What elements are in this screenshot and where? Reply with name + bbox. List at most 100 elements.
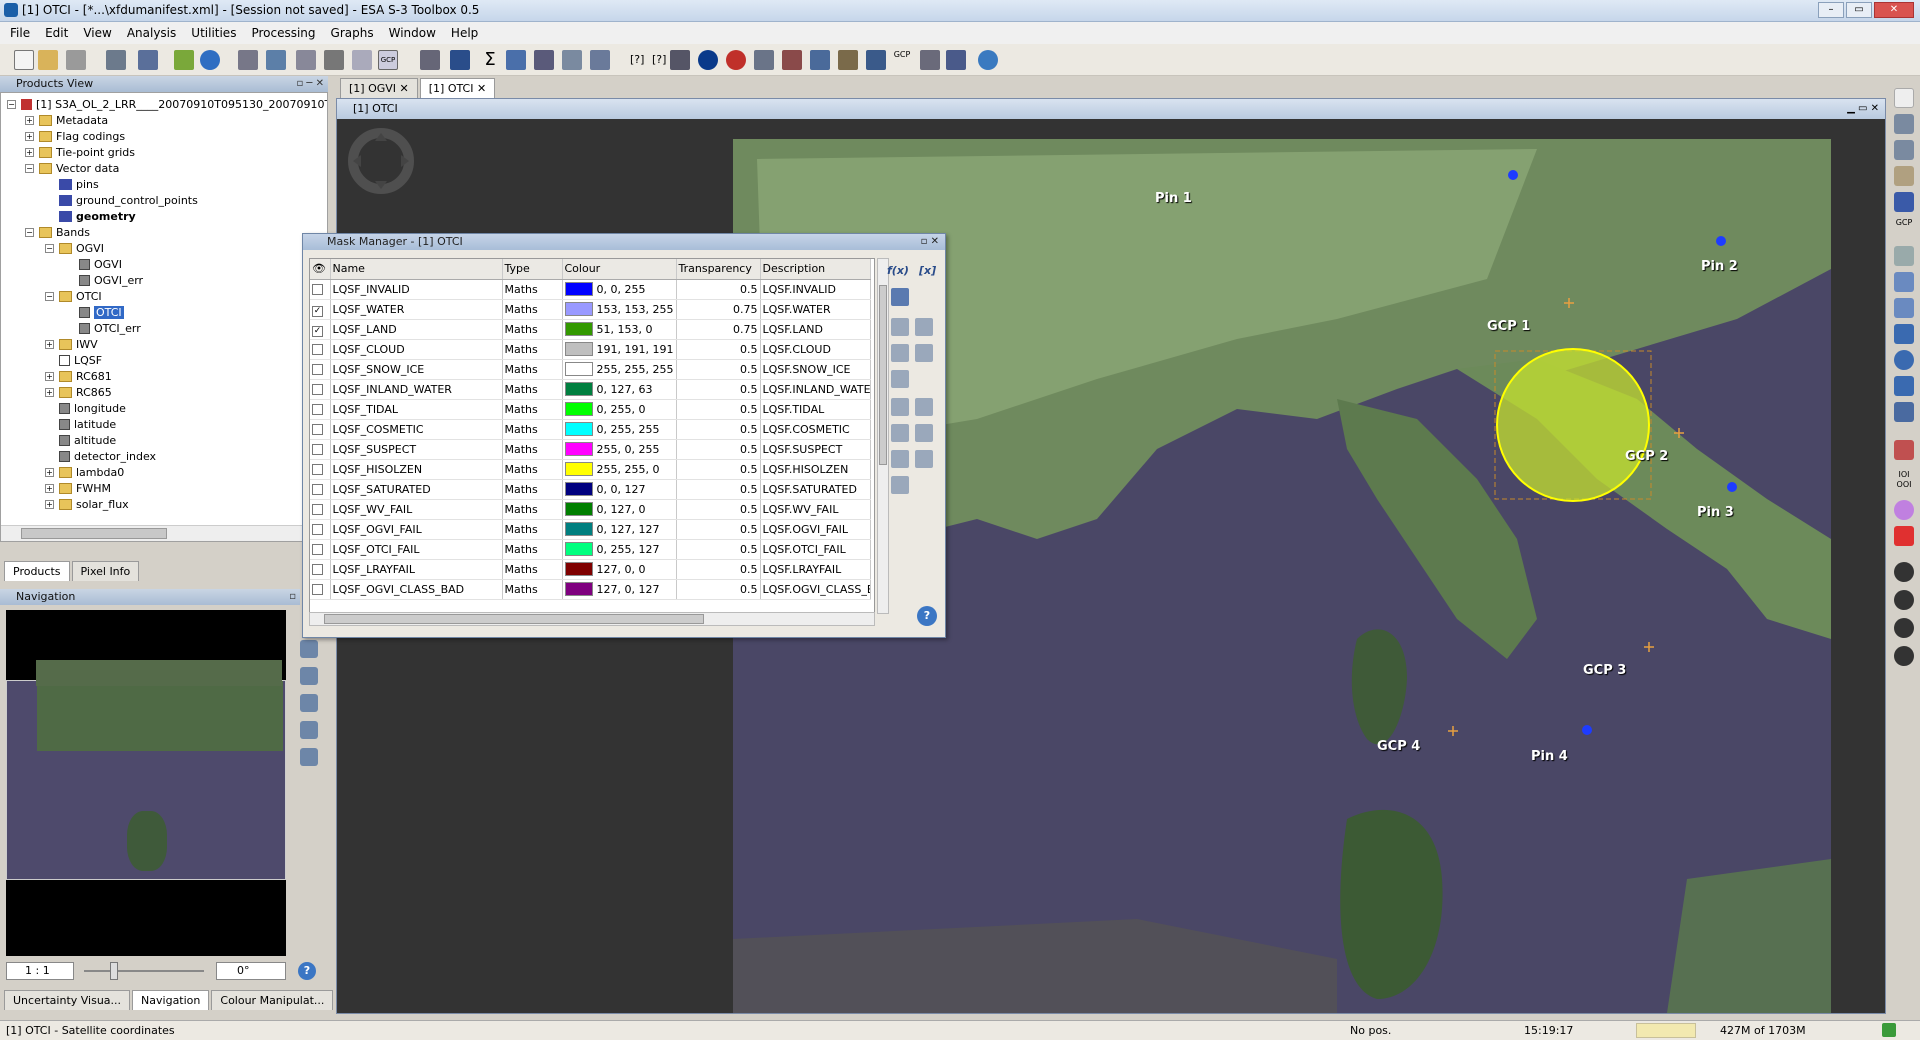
menu-analysis[interactable]: Analysis bbox=[127, 26, 176, 40]
navigation-viewport[interactable] bbox=[6, 680, 286, 880]
mask-colour-cell[interactable]: 127, 0, 127 bbox=[562, 579, 677, 600]
mask-visibility-cell[interactable] bbox=[310, 519, 331, 540]
expand-toggle[interactable]: + bbox=[45, 388, 54, 397]
column-header-name[interactable]: Name bbox=[330, 259, 503, 280]
tab-pixel-info[interactable]: Pixel Info bbox=[71, 561, 140, 581]
line-tool-icon[interactable] bbox=[1894, 246, 1914, 266]
mask-transparency[interactable]: 0.75 bbox=[676, 319, 761, 340]
mask-visibility-cell[interactable] bbox=[310, 279, 331, 300]
mask-window-controls[interactable]: ▫ ✕ bbox=[921, 234, 939, 250]
magic-wand-mask-icon[interactable] bbox=[891, 288, 909, 306]
mask-visibility-checkbox[interactable] bbox=[312, 363, 323, 375]
tree-item-flag-codings[interactable]: Flag codings bbox=[56, 130, 125, 143]
mask-description[interactable]: LQSF.INLAND_WATE bbox=[760, 379, 871, 400]
mask-visibility-checkbox[interactable] bbox=[312, 383, 323, 395]
mask-description[interactable]: LQSF.SATURATED bbox=[760, 479, 871, 500]
tree-item-lqsf[interactable]: LQSF bbox=[74, 354, 102, 367]
tool-icon-1[interactable] bbox=[420, 50, 440, 70]
mask-visibility-cell[interactable] bbox=[310, 539, 331, 560]
zoom-to-mask-icon[interactable] bbox=[891, 476, 909, 494]
globe-icon[interactable] bbox=[698, 50, 718, 70]
mask-transparency[interactable]: 0.5 bbox=[676, 499, 761, 520]
mask-visibility-checkbox[interactable] bbox=[312, 463, 323, 475]
clock-icon-3[interactable] bbox=[1894, 618, 1914, 638]
copy-mask-icon[interactable] bbox=[915, 318, 933, 336]
profile-icon[interactable] bbox=[562, 50, 582, 70]
mask-row[interactable]: LQSF_SUSPECT Maths 255, 0, 255 0.5 LQSF.SUSP… bbox=[310, 439, 871, 460]
gc-icon[interactable] bbox=[1882, 1023, 1896, 1037]
star-icon[interactable] bbox=[1894, 526, 1914, 546]
mask-description[interactable]: LQSF.LRAYFAIL bbox=[760, 559, 871, 580]
mask-description[interactable]: LQSF.LAND bbox=[760, 319, 871, 340]
tree-item-rc865[interactable]: RC865 bbox=[76, 386, 112, 399]
polyline-tool-icon[interactable] bbox=[1894, 272, 1914, 292]
mask-visibility-checkbox[interactable] bbox=[312, 523, 323, 535]
colour-swatch[interactable] bbox=[564, 542, 593, 556]
tree-item-gcps[interactable]: ground_control_points bbox=[76, 194, 198, 207]
mask-row[interactable]: LQSF_OGVI_CLASS_BAD Maths 127, 0, 127 0.5 LQ… bbox=[310, 579, 871, 600]
doc-tab-ogvi[interactable]: [1] OGVI ✕ bbox=[340, 78, 418, 98]
mask-transparency[interactable]: 0.5 bbox=[676, 479, 761, 500]
expand-toggle[interactable]: − bbox=[7, 100, 16, 109]
expand-toggle[interactable]: + bbox=[25, 132, 34, 141]
mask-visibility-cell[interactable] bbox=[310, 559, 331, 580]
mask-colour-cell[interactable]: 0, 127, 63 bbox=[562, 379, 677, 400]
colour-swatch[interactable] bbox=[564, 282, 593, 296]
mask-colour-cell[interactable]: 255, 255, 255 bbox=[562, 359, 677, 380]
mask-colour-cell[interactable]: 0, 255, 127 bbox=[562, 539, 677, 560]
mask-name[interactable]: LQSF_WV_FAIL bbox=[330, 499, 503, 520]
subset-icon[interactable] bbox=[810, 50, 830, 70]
clock-icon[interactable] bbox=[1894, 562, 1914, 582]
mask-name[interactable]: LQSF_HISOLZEN bbox=[330, 459, 503, 480]
menu-utilities[interactable]: Utilities bbox=[191, 26, 236, 40]
mosaic-icon[interactable] bbox=[782, 50, 802, 70]
mask-name[interactable]: LQSF_LRAYFAIL bbox=[330, 559, 503, 580]
overlay-icon[interactable] bbox=[266, 50, 286, 70]
mask-description[interactable]: LQSF.COSMETIC bbox=[760, 419, 871, 440]
panel-controls[interactable]: ▫ ─ ✕ bbox=[296, 76, 324, 92]
transfer-icon[interactable] bbox=[891, 424, 909, 442]
properties-icon[interactable] bbox=[106, 50, 126, 70]
mask-visibility-cell[interactable] bbox=[310, 579, 331, 600]
tree-item-rc681[interactable]: RC681 bbox=[76, 370, 112, 383]
mask-row[interactable]: LQSF_COSMETIC Maths 0, 255, 255 0.5 LQSF.COS… bbox=[310, 419, 871, 440]
world-map-icon[interactable] bbox=[238, 50, 258, 70]
mask-description[interactable]: LQSF.OGVI_FAIL bbox=[760, 519, 871, 540]
mask-name[interactable]: LQSF_LAND bbox=[330, 319, 503, 340]
mask-row[interactable]: LQSF_INLAND_WATER Maths 0, 127, 63 0.5 LQSF.… bbox=[310, 379, 871, 400]
pan-tool-icon[interactable] bbox=[1894, 166, 1914, 186]
mask-visibility-cell[interactable] bbox=[310, 359, 331, 380]
binary-icon[interactable]: IOI OOI bbox=[1894, 470, 1914, 490]
scale-field[interactable]: 1 : 1 bbox=[6, 962, 74, 980]
import-mask-icon[interactable] bbox=[891, 450, 909, 468]
mask-transparency[interactable]: 0.5 bbox=[676, 559, 761, 580]
tree-item-otci-err[interactable]: OTCI_err bbox=[94, 322, 141, 335]
expand-toggle[interactable]: + bbox=[25, 148, 34, 157]
colour-swatch[interactable] bbox=[564, 522, 593, 536]
column-header-description[interactable]: Description bbox=[760, 259, 871, 280]
sync-views-icon[interactable] bbox=[300, 721, 318, 739]
colour-swatch[interactable] bbox=[564, 302, 593, 316]
union-icon[interactable] bbox=[891, 344, 909, 362]
mask-transparency[interactable]: 0.5 bbox=[676, 359, 761, 380]
colour-swatch[interactable] bbox=[564, 502, 593, 516]
mask-colour-cell[interactable]: 51, 153, 0 bbox=[562, 319, 677, 340]
mask-colour-cell[interactable]: 255, 0, 255 bbox=[562, 439, 677, 460]
column-header-transparency[interactable]: Transparency bbox=[676, 259, 761, 280]
mask-visibility-checkbox[interactable] bbox=[312, 283, 323, 295]
tree-item-tie-point-grids[interactable]: Tie-point grids bbox=[56, 146, 135, 159]
mask-transparency[interactable]: 0.5 bbox=[676, 279, 761, 300]
remove-mask-icon[interactable] bbox=[915, 424, 933, 442]
zoom-all-icon[interactable] bbox=[300, 694, 318, 712]
mask-name[interactable]: LQSF_CLOUD bbox=[330, 339, 503, 360]
pin-tool-icon[interactable] bbox=[1894, 192, 1914, 212]
mask-row[interactable]: LQSF_TIDAL Maths 0, 255, 0 0.5 LQSF.TIDAL bbox=[310, 399, 871, 420]
mask-description[interactable]: LQSF.OGVI_CLASS_E bbox=[760, 579, 871, 600]
invert-icon[interactable] bbox=[891, 398, 909, 416]
mask-row[interactable]: ✓ LQSF_WATER Maths 153, 153, 255 0.75 LQSF.WA… bbox=[310, 299, 871, 320]
tree-item-otci-selected[interactable]: OTCI bbox=[94, 306, 124, 319]
reproject-icon[interactable] bbox=[754, 50, 774, 70]
zoom-out-icon[interactable] bbox=[300, 640, 318, 658]
tab-colour-manipulation[interactable]: Colour Manipulat... bbox=[211, 990, 334, 1010]
info-icon[interactable]: [?] bbox=[630, 50, 650, 70]
